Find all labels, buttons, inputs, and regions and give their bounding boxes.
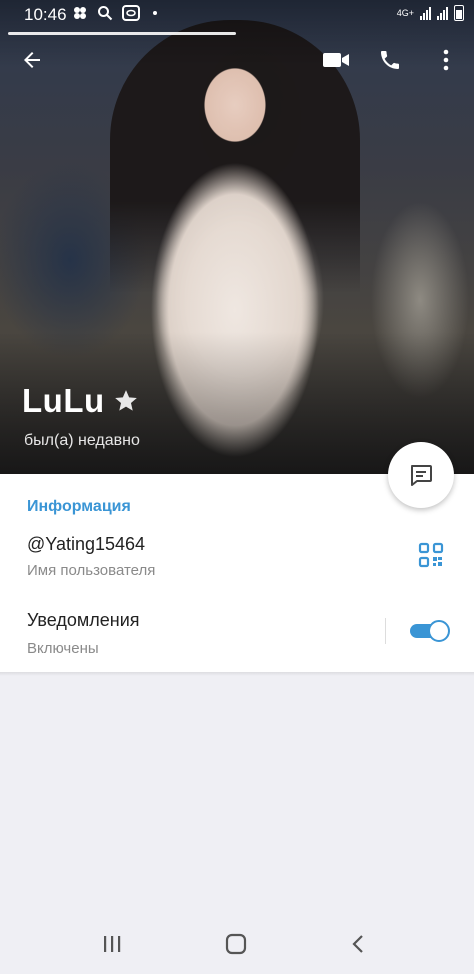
back-button[interactable] [10, 38, 54, 82]
recents-icon [104, 936, 121, 952]
chevron-left-icon [352, 935, 363, 953]
notifications-toggle[interactable] [410, 620, 450, 642]
qr-code-button[interactable] [418, 542, 444, 568]
send-message-button[interactable] [388, 442, 454, 508]
signal-icon [420, 6, 431, 20]
home-button[interactable] [214, 924, 258, 964]
info-card: Информация @Yating15464 Имя пользователя… [0, 474, 474, 672]
recents-button[interactable] [90, 924, 134, 964]
signal-icon-2 [437, 6, 448, 20]
profile-name-row: LuLu [22, 382, 139, 420]
vertical-divider [385, 618, 386, 644]
app-icon [122, 5, 140, 21]
info-section-title: Информация [27, 498, 131, 515]
username-label: Имя пользователя [27, 562, 156, 579]
back-arrow-icon [24, 52, 40, 68]
video-call-icon [323, 53, 349, 67]
message-icon [411, 465, 432, 486]
network-type: 4G+ [396, 7, 414, 18]
status-time: 10:46 [24, 5, 67, 24]
phone-call-button[interactable] [368, 38, 412, 82]
toggle-knob [428, 620, 450, 642]
story-progress-bar [8, 32, 236, 35]
nav-back-button[interactable] [336, 924, 380, 964]
username-value[interactable]: @Yating15464 [27, 534, 145, 555]
profile-name: LuLu [22, 382, 105, 419]
battery-icon [454, 5, 464, 21]
dot-icon [153, 11, 157, 15]
qr-code-icon [418, 542, 444, 568]
system-nav-bar [0, 914, 474, 974]
notifications-state: Включены [27, 640, 99, 657]
status-right: 4G+ [397, 5, 464, 21]
notifications-label[interactable]: Уведомления [27, 610, 140, 631]
video-call-button[interactable] [314, 38, 358, 82]
more-options-button[interactable] [424, 38, 468, 82]
status-bar: 10:46 4G+ [0, 0, 474, 30]
phone-icon [381, 51, 399, 69]
home-icon [225, 933, 247, 955]
search-icon [98, 6, 113, 21]
status-icons [72, 5, 161, 21]
flower-icon [74, 7, 86, 19]
top-action-bar [0, 38, 474, 84]
more-vert-icon [443, 49, 449, 71]
card-shadow [0, 672, 474, 676]
premium-star-icon[interactable] [113, 388, 139, 414]
last-seen-status: был(а) недавно [24, 432, 140, 449]
